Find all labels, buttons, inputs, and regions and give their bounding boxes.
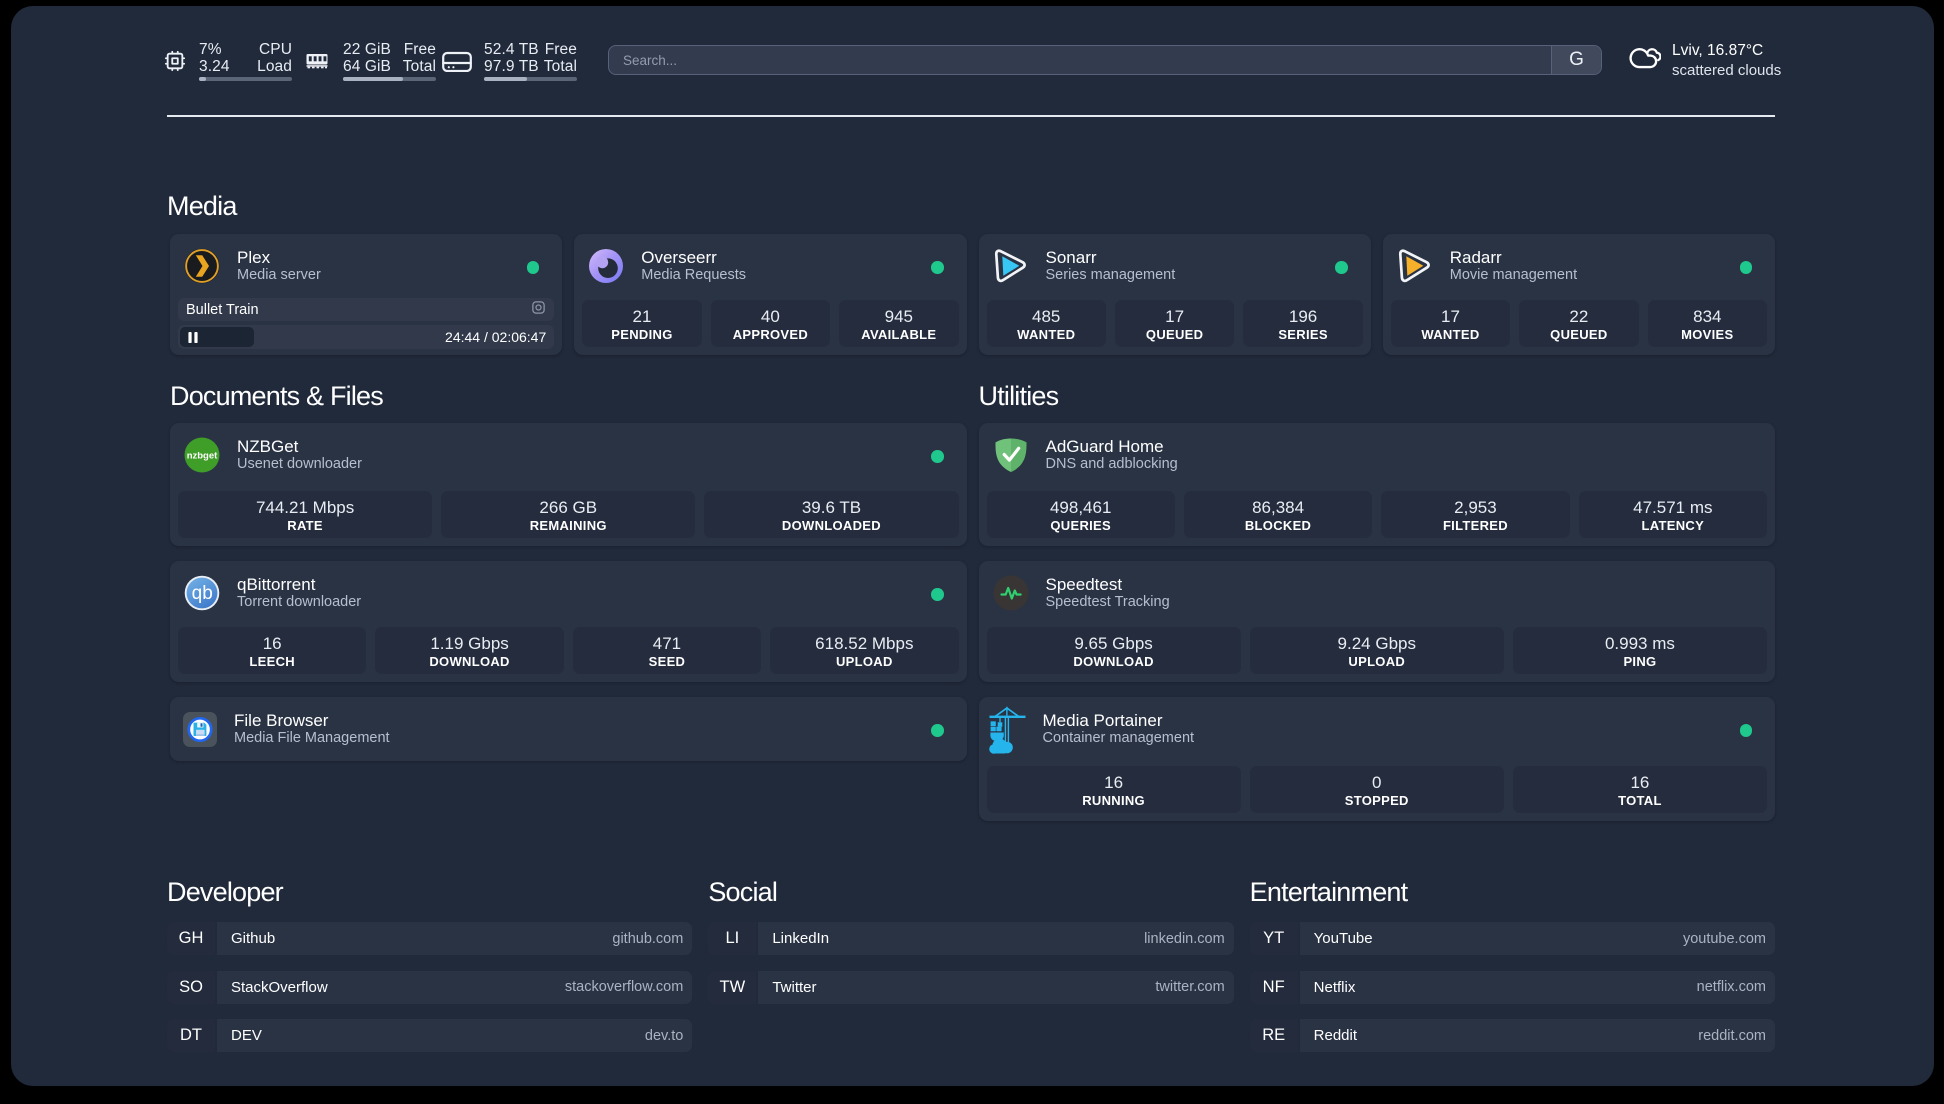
svg-text:qb: qb: [192, 583, 213, 604]
svg-text:nzbget: nzbget: [187, 451, 218, 462]
